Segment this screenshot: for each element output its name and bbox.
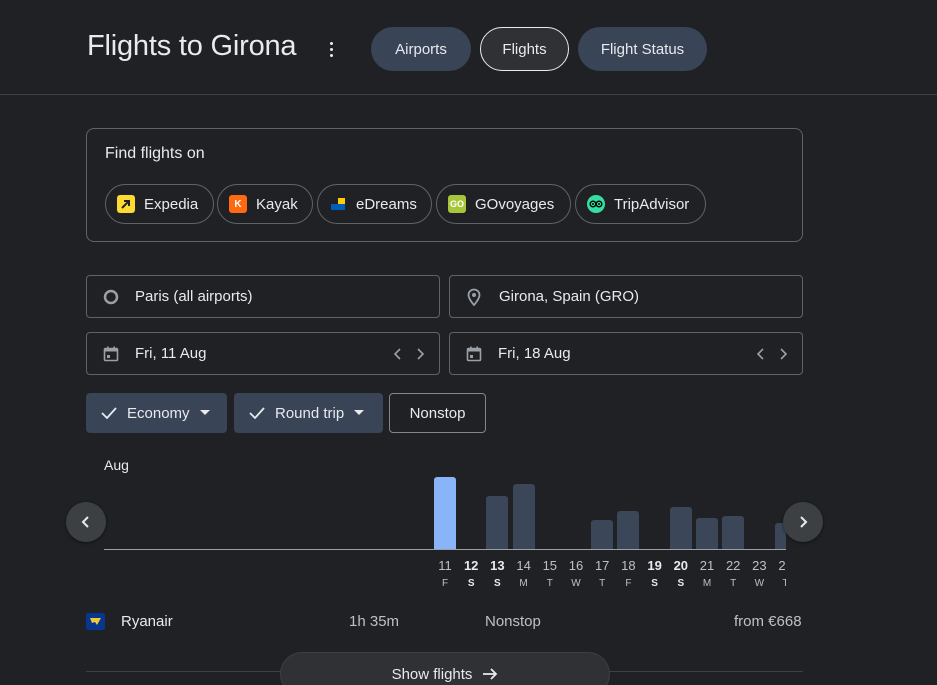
flight-stops: Nonstop [485,613,541,630]
site-chip-label: eDreams [356,195,417,213]
destination-field[interactable]: Girona, Spain (GRO) [449,275,803,318]
day-weekday-22: T [730,578,737,589]
page-header: Flights to Girona Airports Flights Fligh… [0,0,937,95]
price-bar-20[interactable] [669,507,692,549]
site-chip-label: Expedia [144,195,199,213]
day-weekday-23: W [754,578,765,589]
chevron-left-icon [81,516,89,528]
price-calendar-chart: 11 F 12 S 13 S 14 M 15 T 16 W 17 T 18 F 19 S 20 S 21 M 22 T 23 W 2… [104,470,786,594]
day-number-22: 22 [725,558,741,573]
chevron-left-icon[interactable] [753,345,769,363]
day-number-13: 13 [490,558,505,573]
cabin-class-filter[interactable]: Economy [86,393,227,433]
depart-date-field[interactable]: Fri, 11 Aug [86,332,440,375]
site-chip-label: TripAdvisor [614,195,690,213]
chevron-right-icon[interactable] [775,345,791,363]
page-title: Flights to Girona [87,30,297,62]
day-number-14: 14 [516,558,531,573]
chevron-left-icon[interactable] [390,345,406,363]
site-chip-tripadvisor[interactable]: TripAdvisor [575,184,706,224]
origin-field[interactable]: Paris (all airports) [86,275,440,318]
chevron-right-icon [800,516,808,528]
kayak-logo-icon: K [229,195,247,213]
cabin-class-label: Economy [127,404,190,422]
show-flights-button[interactable]: Show flights [280,652,610,685]
price-bar-13[interactable] [486,496,509,549]
tab-airports[interactable]: Airports [371,27,471,71]
site-chip-label: GOvoyages [475,195,555,213]
ryanair-logo-icon [86,613,105,630]
day-number-12: 12 [463,558,479,573]
day-number-24: 24 [778,558,786,573]
return-date-field[interactable]: Fri, 18 Aug [449,332,803,375]
day-weekday-18: F [625,578,632,589]
calendar-icon [102,345,120,363]
price-bar-21[interactable] [696,518,718,549]
show-flights-label: Show flights [391,665,473,683]
tab-flight-status[interactable]: Flight Status [578,27,707,71]
day-weekday-21: M [702,578,712,589]
day-weekday-13: S [494,578,501,589]
day-number-18: 18 [621,558,636,573]
chevron-right-icon[interactable] [412,345,428,363]
return-date-value: Fri, 18 Aug [498,345,571,362]
price-bar-18[interactable] [617,511,640,549]
tripadvisor-logo-icon [587,195,605,213]
location-pin-icon [465,288,483,307]
day-weekday-20: S [677,578,685,589]
day-number-20: 20 [673,558,689,573]
price-bar-17[interactable] [591,520,614,549]
origin-circle-icon [102,288,120,306]
expedia-logo-icon [117,195,135,213]
more-options-icon[interactable] [322,38,340,60]
chart-prev-button[interactable] [66,502,106,542]
day-weekday-17: T [599,578,606,589]
day-number-21: 21 [699,558,715,573]
check-icon [249,407,265,419]
day-number-11: 11 [438,558,452,573]
site-chip-label: Kayak [256,195,298,213]
chart-baseline [104,549,786,550]
price-bar-11[interactable] [434,477,456,549]
airline-name: Ryanair [121,613,173,630]
calendar-icon [465,345,483,363]
find-flights-panel: Find flights on Expedia K Kayak eDreams … [86,128,803,242]
day-weekday-15: T [546,578,553,589]
site-chip-govoyages[interactable]: GO GOvoyages [436,184,571,224]
find-flights-title: Find flights on [105,145,205,162]
trip-type-filter[interactable]: Round trip [234,393,383,433]
day-weekday-19: S [651,578,658,589]
flight-duration: 1h 35m [349,613,400,630]
site-chip-expedia[interactable]: Expedia [105,184,214,224]
flight-price: from €668 [734,613,802,630]
dropdown-arrow-icon [199,410,210,416]
day-number-23: 23 [752,558,767,573]
day-weekday-11: F [441,578,449,589]
check-icon [101,407,117,419]
day-weekday-16: W [571,578,581,589]
day-number-15: 15 [542,558,558,573]
destination-value: Girona, Spain (GRO) [499,288,640,305]
arrow-right-icon [482,667,498,681]
nonstop-filter[interactable]: Nonstop [389,393,486,433]
trip-type-label: Round trip [275,404,345,422]
chart-next-button[interactable] [783,502,823,542]
origin-value: Paris (all airports) [135,288,253,305]
dropdown-arrow-icon [354,410,365,416]
day-number-17: 17 [594,558,610,573]
depart-date-value: Fri, 11 Aug [135,345,207,362]
price-bar-14[interactable] [512,484,535,549]
govoyages-logo-icon: GO [448,195,466,213]
site-chip-edreams[interactable]: eDreams [317,184,432,224]
day-weekday-12: S [467,578,475,589]
day-weekday-14: M [519,578,528,589]
tab-flights[interactable]: Flights [480,27,569,71]
price-bar-22[interactable] [722,516,745,549]
edreams-logo-icon [329,195,347,213]
day-number-16: 16 [568,558,584,573]
site-chip-kayak[interactable]: K Kayak [217,184,313,224]
day-number-19: 19 [647,558,662,573]
day-weekday-24: T [782,578,786,589]
